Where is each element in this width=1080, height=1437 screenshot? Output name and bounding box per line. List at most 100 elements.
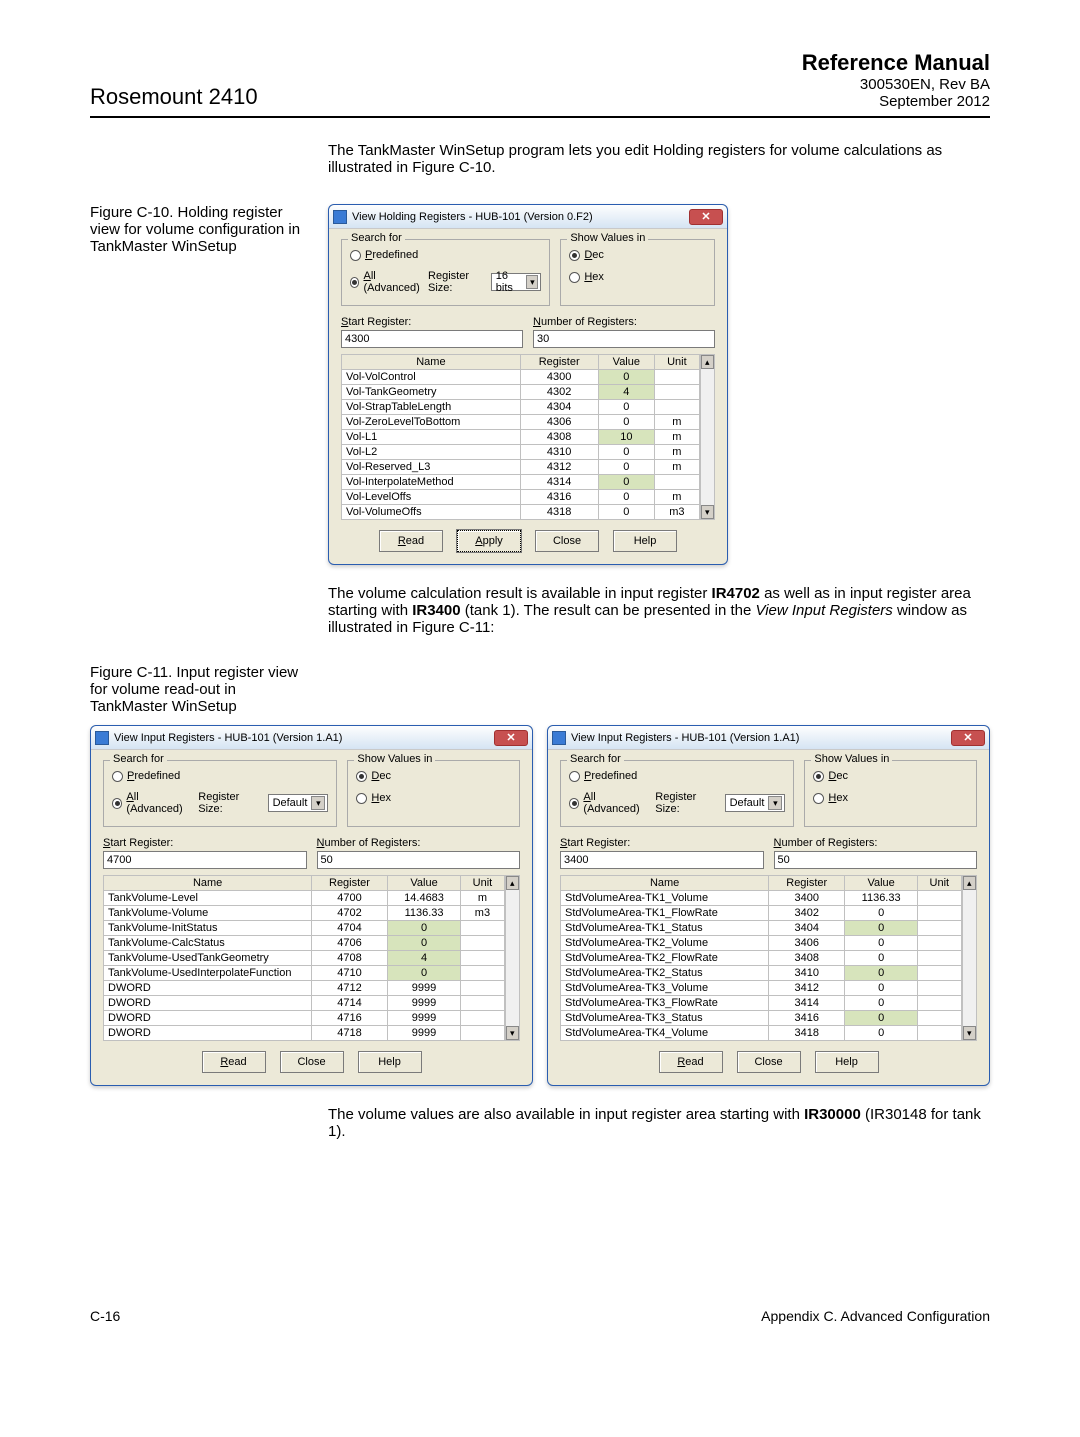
chevron-down-icon: ▾ (768, 796, 782, 810)
scroll-down-icon[interactable]: ▾ (963, 1026, 976, 1040)
table-row: DWORD47169999 (104, 1011, 505, 1026)
radio-icon (569, 272, 580, 283)
col-name: Name (342, 355, 521, 370)
all-advanced-radio[interactable]: All (Advanced) (569, 791, 650, 815)
scroll-down-icon[interactable]: ▾ (506, 1026, 519, 1040)
page-header: Rosemount 2410 Reference Manual 300530EN… (90, 50, 990, 118)
help-button[interactable]: Help (815, 1051, 879, 1073)
apply-button[interactable]: Apply (457, 530, 521, 552)
scroll-down-icon[interactable]: ▾ (701, 505, 714, 519)
scroll-up-icon[interactable]: ▴ (963, 876, 976, 890)
read-button[interactable]: Read (379, 530, 443, 552)
reference-manual-title: Reference Manual (802, 50, 990, 76)
show-values-legend: Show Values in (567, 232, 648, 244)
table-row: StdVolumeArea-TK3_FlowRate34140 (561, 996, 962, 1011)
input-registers-table: Name Register Value Unit TankVolume-Leve… (103, 875, 505, 1041)
radio-icon (569, 250, 580, 261)
predefined-radio[interactable]: Predefined (350, 249, 541, 261)
register-size-dropdown[interactable]: Default ▾ (725, 794, 786, 812)
table-row: Vol-InterpolateMethod43140 (342, 475, 700, 490)
figure-c10-caption: Figure C-10. Holding register view for v… (90, 204, 310, 255)
table-row: StdVolumeArea-TK2_Status34100 (561, 966, 962, 981)
dec-radio[interactable]: Dec (356, 770, 511, 782)
hex-label: ex (592, 271, 604, 283)
table-row: StdVolumeArea-TK1_Status34040 (561, 921, 962, 936)
table-row: TankVolume-Volume47021136.33m3 (104, 906, 505, 921)
predefined-radio[interactable]: Predefined (569, 770, 785, 782)
dec-radio[interactable]: Dec (569, 249, 706, 261)
search-for-fieldset: Search for Predefined All (Advanced) Reg… (341, 239, 550, 306)
table-row: Vol-L1430810m (342, 430, 700, 445)
predefined-label: redefined (372, 249, 418, 261)
table-row: TankVolume-UsedInterpolateFunction47100 (104, 966, 505, 981)
table-row: TankVolume-InitStatus47040 (104, 921, 505, 936)
all-advanced-radio[interactable]: All (Advanced) (112, 791, 193, 815)
read-button[interactable]: Read (659, 1051, 723, 1073)
table-row: Vol-L243100m (342, 445, 700, 460)
window-title: View Holding Registers - HUB-101 (Versio… (352, 211, 689, 223)
table-row: Vol-ZeroLevelToBottom43060m (342, 415, 700, 430)
dec-label: ec (592, 249, 604, 261)
intro-paragraph-1: The TankMaster WinSetup program lets you… (328, 142, 990, 176)
table-row: StdVolumeArea-TK3_Volume34120 (561, 981, 962, 996)
table-row: Vol-StrapTableLength43040 (342, 400, 700, 415)
help-button[interactable]: Help (613, 530, 677, 552)
holding-registers-dialog: View Holding Registers - HUB-101 (Versio… (328, 204, 728, 565)
all-advanced-label: ll (Advanced) (363, 270, 419, 294)
input-registers-dialog-3400: View Input Registers - HUB-101 (Version … (547, 725, 990, 1086)
read-button[interactable]: Read (202, 1051, 266, 1073)
scrollbar[interactable]: ▴ ▾ (962, 875, 977, 1041)
close-button[interactable]: Close (280, 1051, 344, 1073)
close-icon[interactable]: ✕ (689, 209, 723, 225)
start-register-label: Start Register: (341, 316, 523, 328)
intro-paragraph-2: The volume calculation result is availab… (328, 585, 990, 636)
hex-radio[interactable]: Hex (569, 271, 706, 283)
hex-radio[interactable]: Hex (356, 792, 511, 804)
input-registers-dialog-4700: View Input Registers - HUB-101 (Version … (90, 725, 533, 1086)
register-size-dropdown[interactable]: Default ▾ (268, 794, 329, 812)
scrollbar[interactable]: ▴ ▾ (700, 354, 715, 520)
input-registers-table: Name Register Value Unit StdVolumeArea-T… (560, 875, 962, 1041)
all-advanced-radio[interactable]: All (Advanced) (350, 270, 423, 294)
scrollbar[interactable]: ▴ ▾ (505, 875, 520, 1041)
radio-icon (350, 250, 361, 261)
close-button[interactable]: Close (535, 530, 599, 552)
start-register-input[interactable]: 4700 (103, 851, 307, 869)
num-registers-input[interactable]: 30 (533, 330, 715, 348)
table-row: StdVolumeArea-TK1_Volume34001136.33 (561, 891, 962, 906)
col-unit: Unit (655, 355, 699, 370)
scroll-up-icon[interactable]: ▴ (701, 355, 714, 369)
num-registers-input[interactable]: 50 (317, 851, 521, 869)
register-size-value: 16 bits (496, 270, 523, 294)
table-row: StdVolumeArea-TK2_Volume34060 (561, 936, 962, 951)
close-icon[interactable]: ✕ (951, 730, 985, 746)
doc-number: 300530EN, Rev BA (802, 76, 990, 93)
table-row: TankVolume-CalcStatus47060 (104, 936, 505, 951)
dec-radio[interactable]: Dec (813, 770, 968, 782)
register-size-label: Register Size: (428, 270, 486, 294)
app-icon (333, 210, 347, 224)
close-icon[interactable]: ✕ (494, 730, 528, 746)
hex-radio[interactable]: Hex (813, 792, 968, 804)
page-number: C-16 (90, 1308, 120, 1324)
header-right: Reference Manual 300530EN, Rev BA Septem… (802, 50, 990, 110)
start-register-input[interactable]: 4300 (341, 330, 523, 348)
radio-icon (350, 277, 359, 288)
scroll-up-icon[interactable]: ▴ (506, 876, 519, 890)
close-button[interactable]: Close (737, 1051, 801, 1073)
predefined-radio[interactable]: Predefined (112, 770, 328, 782)
table-row: DWORD47189999 (104, 1026, 505, 1041)
show-values-fieldset: Show Values in Dec Hex (560, 239, 715, 306)
help-button[interactable]: Help (358, 1051, 422, 1073)
table-row: StdVolumeArea-TK1_FlowRate34020 (561, 906, 962, 921)
app-icon (552, 731, 566, 745)
chevron-down-icon: ▾ (311, 796, 325, 810)
register-size-dropdown[interactable]: 16 bits ▾ (491, 273, 542, 291)
num-registers-label: Number of Registers: (533, 316, 715, 328)
col-register: Register (520, 355, 598, 370)
table-row: TankVolume-Level470014.4683m (104, 891, 505, 906)
num-registers-input[interactable]: 50 (774, 851, 978, 869)
table-row: StdVolumeArea-TK3_Status34160 (561, 1011, 962, 1026)
page-footer: C-16 Appendix C. Advanced Configuration (90, 1308, 990, 1324)
start-register-input[interactable]: 3400 (560, 851, 764, 869)
